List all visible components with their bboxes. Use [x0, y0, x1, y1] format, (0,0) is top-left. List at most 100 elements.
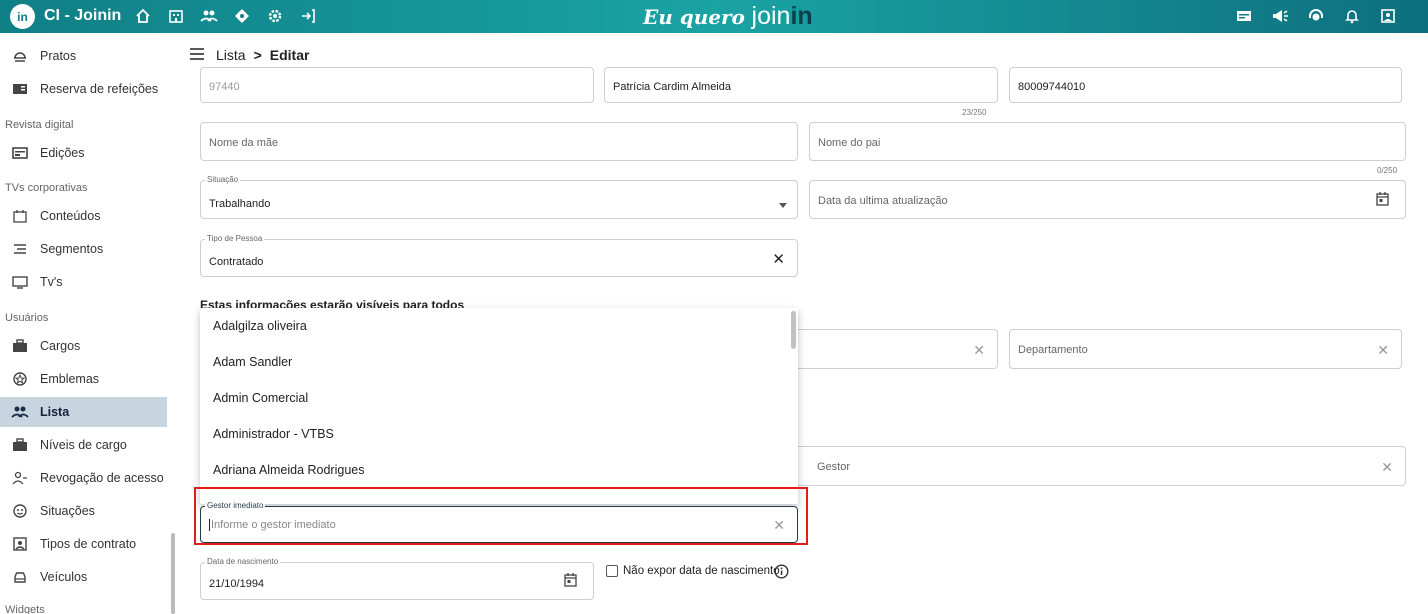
clear-icon[interactable]: ✕ — [1381, 459, 1393, 476]
chat-icon[interactable] — [1234, 6, 1254, 26]
tv-icon — [10, 272, 30, 292]
brand-word-join: join — [751, 2, 791, 30]
newspaper-icon — [10, 143, 30, 163]
last-update-placeholder: Data da ultima atualização — [818, 195, 948, 207]
breadcrumb-separator: > — [253, 47, 262, 63]
gear-icon[interactable] — [265, 6, 285, 26]
list-item[interactable]: Adam Sandler — [200, 344, 790, 380]
sidebar-item-label: Níveis de cargo — [40, 438, 127, 452]
birth-date-field[interactable]: Data de nascimento 21/10/1994 — [200, 557, 594, 600]
document-value: 80009744010 — [1018, 81, 1086, 93]
tag-icon[interactable] — [232, 6, 252, 26]
birth-date-value: 21/10/1994 — [209, 578, 265, 590]
tipo-pessoa-value: Contratado — [209, 256, 264, 268]
clear-icon[interactable]: ✕ — [772, 250, 785, 268]
people-icon — [10, 402, 30, 422]
breadcrumb: Lista > Editar — [190, 45, 309, 65]
situacao-value: Trabalhando — [209, 198, 271, 210]
top-nav — [133, 6, 318, 26]
sidebar-item-tvs[interactable]: Tv's — [0, 267, 167, 297]
sidebar-section-usuarios: Usuários — [5, 312, 49, 324]
calendar-icon — [10, 206, 30, 226]
contract-icon — [10, 534, 30, 554]
info-icon[interactable] — [774, 564, 789, 584]
father-name-field[interactable]: Nome do pai — [809, 122, 1406, 161]
hide-birth-checkbox[interactable] — [606, 565, 618, 577]
list-item[interactable]: Admin Comercial — [200, 380, 790, 416]
calendar-icon[interactable] — [1376, 192, 1389, 211]
calendar-icon[interactable] — [564, 573, 577, 592]
situacao-select[interactable]: Situação Trabalhando — [200, 175, 798, 219]
sidebar-item-label: Lista — [40, 405, 70, 419]
sidebar-item-label: Tv's — [40, 275, 63, 289]
code-value: 97440 — [209, 81, 240, 93]
sidebar-item-label: Revogação de acesso — [40, 471, 164, 485]
logout-icon[interactable] — [298, 6, 318, 26]
sidebar-item-situacoes[interactable]: Situações — [0, 496, 167, 526]
building-icon[interactable] — [166, 6, 186, 26]
sidebar-item-segmentos[interactable]: Segmentos — [0, 234, 167, 264]
users-icon[interactable] — [199, 6, 219, 26]
sidebar-item-veiculos[interactable]: Veículos — [0, 562, 167, 592]
sidebar-item-label: Pratos — [40, 49, 77, 63]
sidebar-item-label: Cargos — [40, 339, 81, 353]
sidebar-item-revogacao[interactable]: Revogação de acesso — [0, 463, 167, 493]
sidebar-item-label: Conteúdos — [40, 209, 101, 223]
sidebar-scrollbar[interactable] — [171, 533, 175, 614]
dish-icon — [10, 46, 30, 66]
home-icon[interactable] — [133, 6, 153, 26]
sidebar-item-label: Edições — [40, 146, 85, 160]
sidebar-item-reserva[interactable]: Reserva de refeições — [0, 74, 167, 104]
highlight-box — [194, 487, 808, 545]
page-title: Editar — [269, 47, 310, 63]
clear-icon[interactable]: ✕ — [1377, 342, 1389, 359]
menu-icon[interactable] — [190, 47, 204, 63]
sidebar-item-lista[interactable]: Lista — [0, 397, 167, 427]
dropdown-scrollbar[interactable] — [791, 311, 796, 349]
father-counter: 0/250 — [1377, 166, 1398, 175]
sidebar-section-widgets: Widgets — [5, 604, 45, 614]
gestor-options-list: Adalgilza oliveira Adam Sandler Admin Co… — [200, 308, 798, 504]
bell-icon[interactable] — [1342, 6, 1362, 26]
list-item[interactable]: Adriana Almeida Rodrigues — [200, 452, 790, 488]
code-field[interactable]: 97440 — [200, 67, 594, 103]
sidebar-item-niveis[interactable]: Níveis de cargo — [0, 430, 167, 460]
hide-birth-label[interactable]: Não expor data de nascimento — [623, 565, 780, 577]
departamento-placeholder: Departamento — [1018, 344, 1088, 356]
clear-icon[interactable]: ✕ — [973, 342, 985, 359]
gestor-field[interactable]: Gestor ✕ — [700, 446, 1406, 486]
sidebar-item-tipos-contrato[interactable]: Tipos de contrato — [0, 529, 167, 559]
dropdown-arrow-icon[interactable] — [779, 196, 787, 214]
list-item[interactable]: Administrador - VTBS — [200, 416, 790, 452]
support-icon[interactable] — [1306, 6, 1326, 26]
sidebar-item-pratos[interactable]: Pratos — [0, 41, 167, 71]
sidebar: Pratos Reserva de refeições Revista digi… — [0, 33, 176, 614]
app-name[interactable]: CI - Joinin — [44, 7, 121, 25]
birth-date-label: Data de nascimento — [205, 557, 281, 566]
sidebar-item-edicoes[interactable]: Edições — [0, 138, 167, 168]
departamento-field[interactable]: Departamento ✕ — [1009, 329, 1402, 369]
name-field[interactable]: Patrícia Cardim Almeida — [604, 67, 998, 103]
megaphone-icon[interactable] — [1270, 6, 1290, 26]
sidebar-item-conteudos[interactable]: Conteúdos — [0, 201, 167, 231]
briefcase-icon — [10, 336, 30, 356]
breadcrumb-parent[interactable]: Lista — [216, 47, 246, 63]
sidebar-item-label: Veículos — [40, 570, 88, 584]
tipo-pessoa-field[interactable]: Tipo de Pessoa Contratado ✕ — [200, 234, 798, 277]
list-item[interactable]: Adalgilza oliveira — [200, 308, 790, 344]
sidebar-item-cargos[interactable]: Cargos — [0, 331, 167, 361]
mother-name-placeholder: Nome da mãe — [209, 137, 279, 149]
mother-name-field[interactable]: Nome da mãe — [200, 122, 798, 161]
list-icon — [10, 239, 30, 259]
sidebar-item-label: Segmentos — [40, 242, 104, 256]
document-field[interactable]: 80009744010 — [1009, 67, 1402, 103]
top-bar: in CI - Joinin Eu quero joinin — [0, 0, 1428, 33]
account-icon[interactable] — [1378, 6, 1398, 26]
sidebar-item-emblemas[interactable]: Emblemas — [0, 364, 167, 394]
father-name-placeholder: Nome do pai — [818, 137, 881, 149]
app-logo[interactable]: in — [10, 4, 35, 29]
last-update-field[interactable]: Data da ultima atualização — [809, 180, 1406, 219]
face-icon — [10, 501, 30, 521]
name-counter: 23/250 — [962, 108, 987, 117]
brand-word-in: in — [790, 2, 813, 30]
